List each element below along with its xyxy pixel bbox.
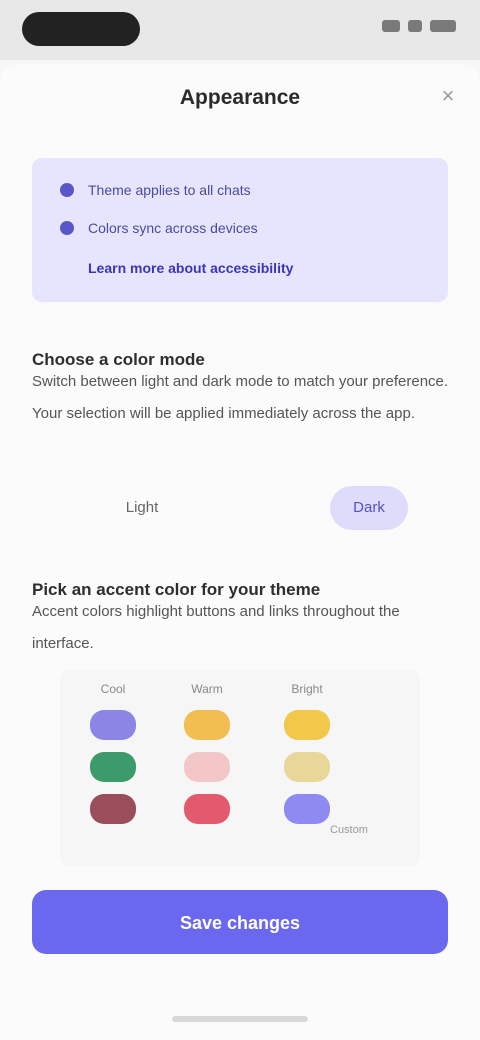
bullet-icon [60,183,74,197]
swatch[interactable] [284,794,330,824]
mode-toggle: Light Dark [32,478,448,542]
swatch[interactable] [184,752,230,782]
status-time-pill [22,12,140,46]
swatch-column-label: Bright [291,682,323,696]
swatch[interactable] [90,794,136,824]
battery-icon [430,20,456,32]
swatch-column-label: Cool [100,682,126,696]
link-arrow-icon [60,261,74,275]
info-item: Colors sync across devices [60,220,258,236]
light-mode-option[interactable]: Light [92,494,192,522]
swatch[interactable] [90,710,136,740]
bullet-icon [60,221,74,235]
wifi-icon [408,20,422,32]
close-icon[interactable]: × [436,84,460,108]
learn-more-link[interactable]: Learn more about accessibility [60,260,293,276]
swatch-column: Cool [78,682,148,824]
status-bar [0,0,480,60]
swatch-note: Custom [330,824,368,836]
swatch[interactable] [184,794,230,824]
swatch[interactable] [184,710,230,740]
info-item: Theme applies to all chats [60,182,251,198]
section-description: Switch between light and dark mode to ma… [32,373,449,422]
swatch-column-label: Warm [191,682,223,696]
signal-icon [382,20,400,32]
swatch[interactable] [284,710,330,740]
accent-swatch-panel: Cool Warm Bright Custom [60,670,420,866]
swatch[interactable] [284,752,330,782]
save-button[interactable]: Save changes [32,890,448,954]
sheet-title: Appearance [179,86,301,109]
swatch[interactable] [90,752,136,782]
section-description: Accent colors highlight buttons and link… [32,603,400,652]
dark-mode-option[interactable]: Dark [330,486,408,530]
info-item-label: Colors sync across devices [88,220,258,236]
status-icons [382,20,456,32]
settings-sheet: Appearance × Theme applies to all chats … [0,64,480,1040]
home-indicator [172,1016,308,1022]
info-card: Theme applies to all chats Colors sync a… [32,158,448,302]
swatch-column: Bright [272,682,342,824]
swatch-column: Warm [172,682,242,824]
info-item-label: Theme applies to all chats [88,182,251,198]
learn-more-label: Learn more about accessibility [88,260,294,276]
app-screen: Appearance × Theme applies to all chats … [0,0,480,1040]
